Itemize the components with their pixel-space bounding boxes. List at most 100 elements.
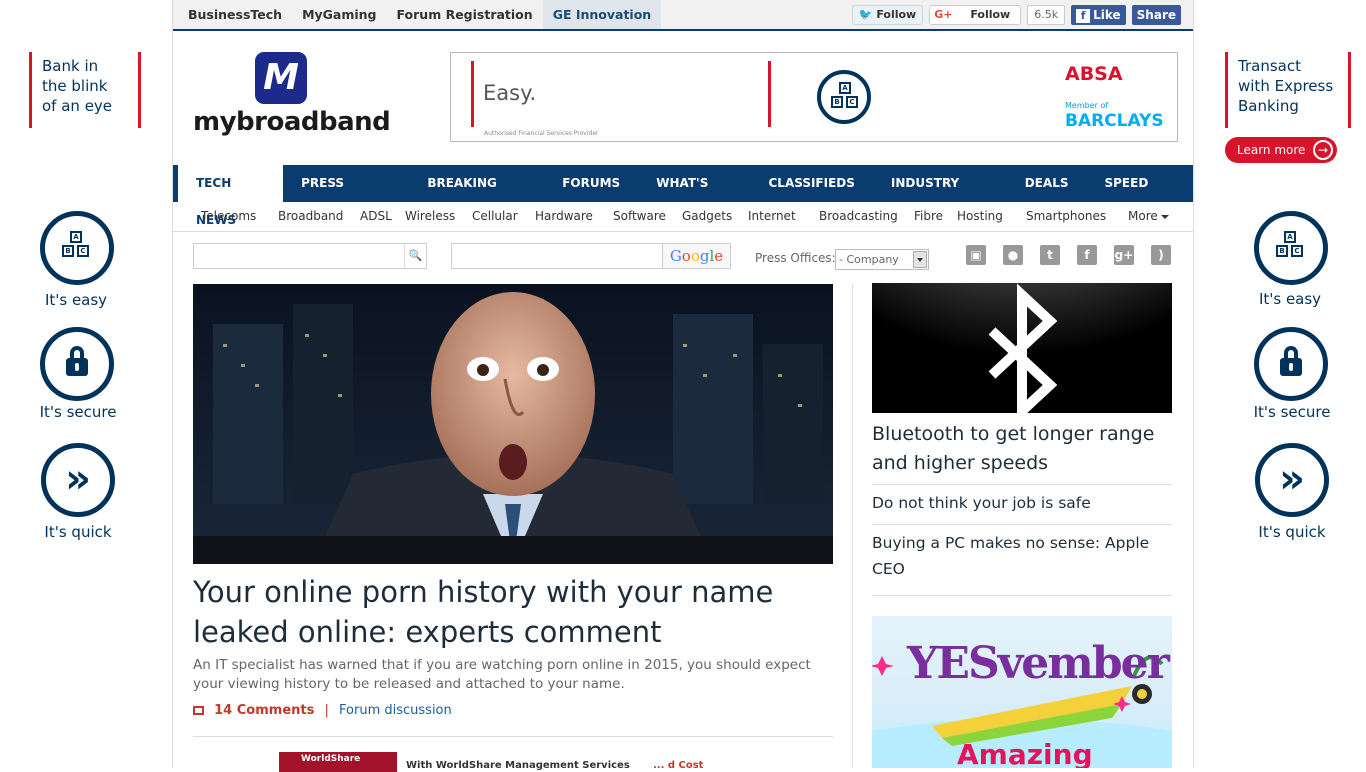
badge-label: It's secure — [39, 403, 117, 421]
subnav-broadcasting[interactable]: Broadcasting — [819, 202, 898, 231]
comments-link[interactable]: 14 Comments — [214, 703, 314, 718]
lock-icon — [40, 327, 114, 401]
bluetooth-story-image[interactable] — [872, 283, 1172, 413]
sponsored-text[interactable]: With WorldShare Management Services — [406, 760, 630, 771]
site-search-input[interactable]: 🔍 — [193, 243, 427, 269]
google-search-input[interactable]: Google — [451, 243, 731, 269]
subnav-fibre[interactable]: Fibre — [914, 202, 943, 231]
left-skyscraper-ad[interactable]: Bank in the blink of an eye A B C It's e… — [8, 0, 158, 768]
google-plus-count: 6.5k — [1027, 5, 1066, 25]
subnav-cellular[interactable]: Cellular — [472, 202, 518, 231]
lead-story-summary: An IT specialist has warned that if you … — [193, 657, 811, 692]
divider — [193, 736, 833, 737]
nav-deals[interactable]: DEALS — [1007, 165, 1087, 202]
member-of-label: Member of — [1065, 101, 1109, 110]
google-plus-icon[interactable]: g+ — [1114, 245, 1134, 265]
caret-down-icon — [1160, 214, 1169, 219]
sidebar-headline[interactable]: Buying a PC makes no sense: Apple CEO — [872, 530, 1172, 582]
nav-press-offices[interactable]: PRESS OFFICES — [283, 165, 409, 227]
network-link-ge-innovation[interactable]: GE Innovation — [542, 0, 662, 29]
subnav-adsl[interactable]: ADSL — [360, 202, 392, 231]
google-search-button[interactable]: Google — [662, 244, 730, 268]
lead-story-headline[interactable]: Your online porn history with your name … — [193, 572, 833, 652]
yesvember-subtitle: Amazing — [957, 738, 1093, 768]
subnav-smartphones[interactable]: Smartphones — [1026, 202, 1106, 231]
category-subnav: Telecoms Broadband ADSL Wireless Cellula… — [173, 202, 1193, 232]
lead-story-meta: 14 Comments | Forum discussion — [193, 703, 452, 718]
sidebar-headline[interactable]: Do not think your job is safe — [872, 490, 1172, 516]
twitter-follow-label: Follow — [876, 8, 917, 21]
subnav-telecoms[interactable]: Telecoms — [201, 202, 256, 231]
press-offices-selected: - Company — [839, 253, 899, 266]
subnav-more-label: More — [1128, 209, 1158, 223]
facebook-share-button[interactable]: Share — [1131, 5, 1181, 25]
subnav-software[interactable]: Software — [613, 202, 666, 231]
subnav-more-dropdown[interactable]: More — [1128, 202, 1169, 231]
google-plus-follow-button[interactable]: G+ Follow — [929, 5, 1022, 25]
chevron-down-icon — [913, 251, 927, 268]
facebook-icon: f — [1076, 9, 1091, 23]
badge-label: It's quick — [1258, 523, 1326, 541]
badge-label: It's quick — [44, 523, 112, 541]
google-plus-follow-label: Follow — [970, 8, 1011, 21]
subnav-wireless[interactable]: Wireless — [405, 202, 455, 231]
nav-forums[interactable]: FORUMS — [544, 165, 638, 202]
network-links: BusinessTech MyGaming Forum Registration… — [178, 0, 662, 29]
badge-label: It's secure — [1253, 403, 1331, 421]
press-offices-select[interactable]: - Company — [835, 249, 929, 270]
network-link-businesstech[interactable]: BusinessTech — [178, 0, 292, 29]
twitter-icon: 🐦 — [858, 8, 873, 21]
nav-classifieds[interactable]: CLASSIFIEDS — [750, 165, 872, 202]
facebook-icon[interactable]: f — [1077, 245, 1097, 265]
android-icon[interactable]: ▣ — [966, 245, 986, 265]
nav-whats-new[interactable]: WHAT'S NEW — [638, 165, 750, 227]
subnav-hardware[interactable]: Hardware — [535, 202, 593, 231]
google-plus-icon: G+ — [934, 8, 953, 21]
subnav-broadband[interactable]: Broadband — [278, 202, 343, 231]
network-link-mygaming[interactable]: MyGaming — [292, 0, 386, 29]
nav-breaking-news[interactable]: BREAKING NEWS — [409, 165, 544, 227]
worldshare-ad-logo[interactable]: WorldShare — [279, 752, 397, 772]
tagline-line: of an eye — [42, 97, 113, 115]
nav-speed-test[interactable]: SPEED TEST — [1086, 165, 1193, 227]
divider — [872, 484, 1172, 485]
right-skyscraper-ad[interactable]: Transact with Express Banking Learn more… — [1208, 0, 1358, 768]
site-logo[interactable]: M mybroadband — [193, 52, 391, 144]
subnav-hosting[interactable]: Hosting — [957, 202, 1003, 231]
lock-icon — [1254, 327, 1328, 401]
tagline-line: Transact — [1238, 57, 1301, 75]
rss-icon[interactable]: ) — [1151, 245, 1171, 265]
ad-divider — [471, 61, 474, 127]
divider — [872, 595, 1172, 596]
twitter-icon[interactable]: t — [1040, 245, 1060, 265]
social-icon-row: ▣ ● t f g+ ) — [966, 245, 1171, 265]
main-wrapper: BusinessTech MyGaming Forum Registration… — [172, 0, 1194, 772]
comment-icon — [193, 706, 204, 715]
leaderboard-ad[interactable]: Easy. Authorised Financial Services Prov… — [450, 52, 1178, 142]
twitter-follow-button[interactable]: 🐦 Follow — [851, 5, 924, 25]
ad-tagline: Bank in the blink of an eye — [29, 52, 141, 128]
tagline-line: with Express — [1238, 77, 1334, 95]
press-offices-label: Press Offices: — [755, 251, 836, 265]
tagline-line: the blink — [42, 77, 108, 95]
network-link-forum-registration[interactable]: Forum Registration — [387, 0, 543, 29]
facebook-like-label: Like — [1093, 8, 1121, 22]
sponsored-red-text[interactable]: ... d Cost — [653, 760, 703, 771]
meta-separator: | — [324, 703, 329, 718]
nav-tech-news[interactable]: TECH NEWS — [178, 165, 284, 227]
divider — [872, 524, 1172, 525]
forum-discussion-link[interactable]: Forum discussion — [339, 703, 452, 718]
subnav-internet[interactable]: Internet — [748, 202, 796, 231]
subnav-gadgets[interactable]: Gadgets — [682, 202, 732, 231]
lead-story-image[interactable] — [193, 284, 833, 564]
nav-industry-news[interactable]: INDUSTRY NEWS — [873, 165, 1007, 227]
apple-icon[interactable]: ● — [1003, 245, 1023, 265]
yesvember-ad[interactable]: YESvember Amazing — [872, 616, 1172, 768]
logo-text: mybroadband — [193, 107, 391, 137]
learn-more-button[interactable]: Learn more → — [1225, 137, 1337, 163]
social-follow-buttons: 🐦 Follow G+ Follow 6.5k f Like Share — [851, 5, 1181, 25]
facebook-like-button[interactable]: f Like — [1071, 5, 1126, 25]
sidebar-feature-headline[interactable]: Bluetooth to get longer range and higher… — [872, 420, 1172, 478]
search-icon[interactable]: 🔍 — [404, 244, 426, 268]
network-topbar: BusinessTech MyGaming Forum Registration… — [173, 0, 1193, 31]
